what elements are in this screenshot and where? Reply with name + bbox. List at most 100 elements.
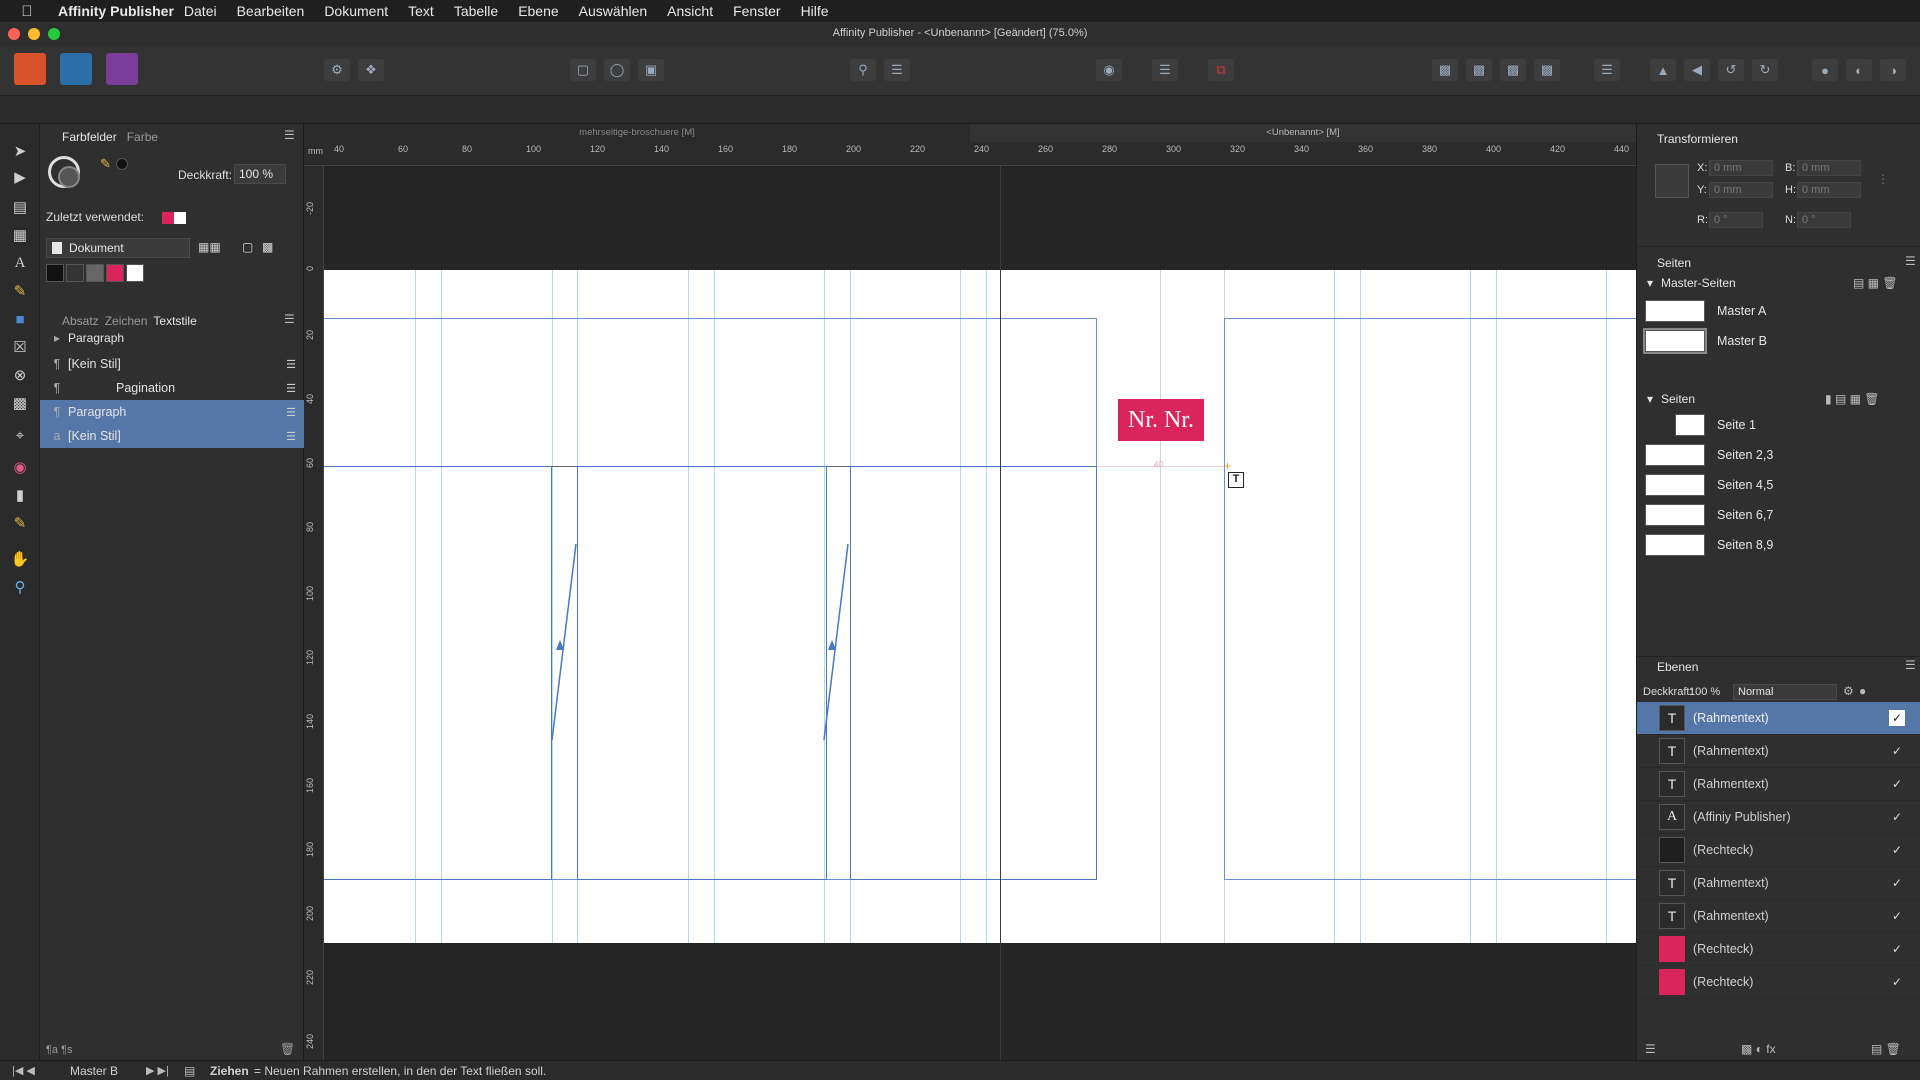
tab-farbfelder[interactable]: Farbfelder [62, 130, 117, 144]
flip-vertical-icon[interactable]: ◀ [1684, 59, 1710, 81]
layer-row[interactable]: (Rechteck) ✓ [1637, 933, 1920, 966]
designer-persona-icon[interactable] [60, 53, 92, 85]
layer-row[interactable]: T (Rahmentext) ✓ [1637, 735, 1920, 768]
opacity-field[interactable]: 100 % [234, 164, 286, 184]
page-number-badge[interactable]: Nr. Nr. [1118, 399, 1204, 441]
pen-tool-icon[interactable]: ✎ [8, 280, 32, 302]
layer-row[interactable]: (Rechteck) ✓ [1637, 834, 1920, 867]
text-frame-2[interactable] [577, 466, 827, 880]
artistic-text-tool-icon[interactable]: A [8, 252, 32, 274]
recent-swatch-pink[interactable] [162, 212, 174, 224]
text-frame-1[interactable] [324, 466, 552, 880]
menu-text[interactable]: Text [398, 3, 444, 19]
new-paragraph-style-icon[interactable]: ¶a ¶s [46, 1044, 73, 1056]
layers-panel-menu-icon[interactable]: ☰ [1905, 658, 1916, 672]
master-actions-icon[interactable]: ▤ ▦ 🗑 [1853, 276, 1898, 290]
gear-icon[interactable]: ⚙ [1843, 684, 1854, 698]
current-page-label[interactable]: Master B [70, 1064, 118, 1078]
swatch-gray[interactable] [86, 264, 104, 282]
style-group-row[interactable]: ▸ Paragraph [40, 330, 304, 346]
ellipse-frame-tool-icon[interactable]: ⊗ [8, 364, 32, 386]
layers-stack-icon[interactable]: ☰ [1645, 1042, 1656, 1056]
table-tool-icon[interactable]: ▦ [8, 224, 32, 246]
menu-ansicht[interactable]: Ansicht [657, 3, 723, 19]
page-row[interactable]: Seite 1 [1637, 410, 1920, 440]
stroke-well-icon[interactable] [58, 166, 80, 188]
visibility-checkbox[interactable]: ✓ [1889, 743, 1905, 759]
style-menu-icon[interactable]: ☰ [278, 430, 304, 443]
menu-datei[interactable]: Datei [174, 3, 227, 19]
menu-ebene[interactable]: Ebene [508, 3, 568, 19]
x-field[interactable]: 0 mm [1709, 160, 1773, 176]
styles-panel-menu-icon[interactable]: ☰ [284, 312, 295, 326]
pages-panel-menu-icon[interactable]: ☰ [1905, 254, 1916, 268]
arrange-forward-icon[interactable]: ▩ [1466, 59, 1492, 81]
rectangle-tool-icon[interactable]: ■ [8, 308, 32, 330]
master-row-selected[interactable]: Master B [1637, 326, 1920, 356]
shear-field[interactable]: 0 ° [1797, 212, 1851, 228]
page-row[interactable]: Seiten 8,9 [1637, 530, 1920, 560]
boolean-intersect-icon[interactable]: ◑ [1880, 59, 1906, 81]
style-menu-icon[interactable]: ☰ [278, 358, 304, 371]
pages-section-toggle[interactable]: ▾ [1647, 392, 1653, 406]
rotate-right-icon[interactable]: ↻ [1752, 59, 1778, 81]
anchor-selector-icon[interactable] [1655, 164, 1689, 198]
layer-effects-icons[interactable]: ▩ ◐ fx [1741, 1042, 1776, 1056]
swatch-black[interactable] [46, 264, 64, 282]
style-row[interactable]: ¶ [Kein Stil] ☰ [40, 352, 304, 376]
transparency-tool-icon[interactable]: ▮ [8, 484, 32, 506]
preview-mode-icon[interactable]: ▢ [570, 59, 596, 81]
tab-farbe[interactable]: Farbe [127, 130, 158, 144]
arrange-back-icon[interactable]: ▩ [1534, 59, 1560, 81]
visibility-checkbox[interactable]: ✓ [1889, 710, 1905, 726]
doc-tab-unbenannt[interactable]: <Unbenannt> [M] [970, 124, 1636, 142]
publisher-persona-icon[interactable] [14, 53, 46, 85]
swatch-white[interactable] [126, 264, 144, 282]
text-wrap-icon[interactable]: ☰ [884, 59, 910, 81]
page-spread[interactable]: Nr. Nr. 40 + T [324, 270, 1636, 943]
layers-opacity-field[interactable]: 100 % [1689, 686, 1720, 698]
lock-ratio-icon[interactable]: ⋮ [1877, 172, 1889, 186]
clip-icon[interactable]: ▣ [638, 59, 664, 81]
canvas[interactable]: Nr. Nr. 40 + T [324, 166, 1636, 1060]
boolean-subtract-icon[interactable]: ◐ [1846, 59, 1872, 81]
width-field[interactable]: 0 mm [1797, 160, 1861, 176]
master-row[interactable]: Master A [1637, 296, 1920, 326]
layer-add-delete-icons[interactable]: ▤ 🗑 [1871, 1042, 1901, 1056]
node-tool-icon[interactable]: ▶ [8, 166, 32, 188]
tab-zeichen[interactable]: Zeichen [105, 314, 148, 328]
picture-frame-tool-icon[interactable]: ☒ [8, 336, 32, 358]
apple-icon[interactable]:  [18, 2, 36, 20]
visibility-checkbox[interactable]: ✓ [1889, 908, 1905, 924]
layer-row[interactable]: T (Rahmentext) ✓ [1637, 867, 1920, 900]
page-row[interactable]: Seiten 2,3 [1637, 440, 1920, 470]
menu-tabelle[interactable]: Tabelle [444, 3, 508, 19]
assistant-icon[interactable]: ⚙ [324, 59, 350, 81]
gray-swatch-icon[interactable]: ▩ [262, 240, 273, 254]
height-field[interactable]: 0 mm [1797, 182, 1861, 198]
swatch-dark[interactable] [66, 264, 84, 282]
snapping-magnet-icon[interactable]: ⧉ [1208, 59, 1234, 81]
rotate-left-icon[interactable]: ↺ [1718, 59, 1744, 81]
layer-row[interactable]: T (Rahmentext) ✓ [1637, 900, 1920, 933]
swatch-pink[interactable] [106, 264, 124, 282]
photo-persona-icon[interactable] [106, 53, 138, 85]
style-menu-icon[interactable]: ☰ [278, 406, 304, 419]
none-swatch-icon[interactable]: ▢ [242, 240, 253, 254]
visibility-checkbox[interactable]: ✓ [1889, 842, 1905, 858]
menu-bearbeiten[interactable]: Bearbeiten [227, 3, 315, 19]
picker-icon[interactable]: ✎ [100, 156, 111, 172]
view-icon[interactable]: ◉ [1096, 59, 1122, 81]
first-page-icon[interactable]: |◀ ◀ [12, 1064, 35, 1077]
rotation-field[interactable]: 0 ° [1709, 212, 1763, 228]
vertical-ruler[interactable]: -20 0 20 40 60 80 100 120 140 160 180 200 220 240 [304, 166, 324, 1060]
tab-textstile[interactable]: Textstile [153, 314, 196, 328]
menu-auswaehlen[interactable]: Auswählen [569, 3, 658, 19]
doc-tab-broschuere[interactable]: mehrseitige-broschuere [M] [304, 124, 970, 142]
fill-tool-icon[interactable]: ◉ [8, 456, 32, 478]
bleed-icon[interactable]: ◯ [604, 59, 630, 81]
y-field[interactable]: 0 mm [1709, 182, 1773, 198]
zoom-tool-icon[interactable]: ⚲ [8, 576, 32, 598]
menu-dokument[interactable]: Dokument [314, 3, 398, 19]
style-row-selected[interactable]: ¶ Paragraph ☰ [40, 400, 304, 424]
